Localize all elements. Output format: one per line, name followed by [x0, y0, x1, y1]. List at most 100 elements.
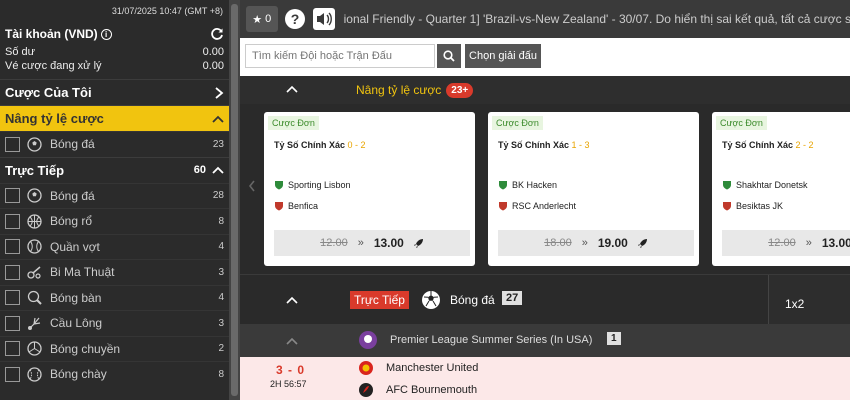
chevron-up-icon[interactable] [286, 336, 298, 346]
speaker-icon [312, 8, 335, 30]
chevron-left-icon[interactable] [248, 180, 256, 192]
checkbox[interactable] [5, 290, 20, 306]
double-chevron-icon: » [805, 237, 812, 249]
team-crest-icon [275, 202, 283, 211]
league-row[interactable]: Premier League Summer Series (In USA) 1 [240, 324, 850, 357]
checkbox[interactable] [5, 366, 20, 382]
search-input[interactable] [245, 44, 435, 68]
boost-section-label: Nâng tỷ lệ cược [5, 111, 104, 126]
double-chevron-icon: » [357, 237, 364, 249]
score-selection: 1 - 3 [571, 140, 590, 150]
away-team: Benfica [274, 201, 318, 211]
pending-value: 0.00 [202, 60, 224, 72]
sidebar-scrollbar[interactable] [229, 0, 240, 400]
sidebar-item-label: Bóng bàn [50, 290, 102, 305]
sidebar-item-count: 4 [218, 241, 224, 253]
chevron-right-icon [215, 86, 224, 99]
rocket-icon [413, 239, 423, 248]
server-datetime: 31/07/2025 10:47 (GMT +8) [111, 6, 223, 16]
market-column-header: 1x2 [768, 275, 850, 325]
balance-label: Số dư [5, 46, 35, 58]
sidebar-item-count: 4 [218, 292, 224, 304]
sidebar-item-count: 8 [218, 368, 224, 380]
home-team: Sporting Lisbon [274, 180, 351, 190]
checkbox[interactable] [5, 264, 20, 280]
checkbox[interactable] [5, 213, 20, 229]
checkbox[interactable] [5, 315, 20, 331]
billiards-icon [27, 266, 41, 279]
old-odds: 12.00 [320, 237, 348, 249]
match-row[interactable]: 3 - 0 2H 56:57 Manchester United AFC Bou… [240, 357, 850, 400]
sidebar-item[interactable]: Bóng đá 23 [0, 131, 229, 157]
market-name: Tỷ Số Chính Xác 2 - 2 [722, 140, 814, 150]
checkbox[interactable] [5, 239, 20, 255]
away-team-name: Benfica [288, 201, 319, 211]
sidebar-item-count: 3 [218, 317, 224, 329]
live-sport-name: Bóng đá [450, 293, 495, 307]
favorites-count: 0 [265, 13, 272, 25]
sidebar-item[interactable]: Bóng đá 28 [0, 182, 229, 209]
checkbox[interactable] [5, 341, 20, 357]
favorites-button[interactable]: ★ 0 [246, 6, 278, 32]
chevron-up-icon[interactable] [286, 295, 298, 305]
balance-value: 0.00 [202, 46, 224, 58]
sidebar-item[interactable]: Bóng rổ 8 [0, 208, 229, 234]
boost-card[interactable]: Cược Đơn Tỷ Số Chính Xác 1 - 3 BK Hacken RS… [488, 112, 699, 266]
boost-card[interactable]: Cược Đơn Tỷ Số Chính Xác 0 - 2 Sporting Li… [264, 112, 475, 266]
market-name: Tỷ Số Chính Xác 1 - 3 [498, 140, 590, 150]
boost-card[interactable]: Cược Đơn Tỷ Số Chính Xác 2 - 2 Shakhtar Do… [712, 112, 850, 266]
live-section-count: 60 [193, 164, 206, 176]
odds-button[interactable]: 18.00 » 19.00 [498, 230, 694, 256]
live-header[interactable]: Trực Tiếp Bóng đá 27 1x2 [240, 274, 850, 325]
checkbox[interactable] [5, 188, 20, 204]
checkbox[interactable] [5, 136, 20, 152]
live-section-label: Trực Tiếp [5, 162, 65, 178]
sound-button[interactable] [311, 6, 336, 32]
bet-type-tag: Cược Đơn [716, 116, 767, 130]
market-label-1x2: 1x2 [785, 297, 805, 311]
chevron-up-icon [212, 166, 224, 174]
soccer-ball-icon [422, 291, 440, 309]
top-bar: ★ 0 ? ional Friendly - Quarter 1] 'Brazi… [240, 0, 850, 38]
basketball-icon [27, 214, 42, 229]
boost-section[interactable]: Nâng tỷ lệ cược [0, 105, 229, 131]
refresh-icon[interactable] [210, 27, 224, 41]
sidebar-item[interactable]: Cầu Lông 3 [0, 310, 229, 336]
chevron-up-icon [212, 115, 224, 123]
sidebar-item[interactable]: Bi Ma Thuật 3 [0, 259, 229, 285]
score-selection: 0 - 2 [347, 140, 366, 150]
main-content: ★ 0 ? ional Friendly - Quarter 1] 'Brazi… [240, 0, 850, 400]
pending-row: Vé cược đang xử lý 0.00 [0, 60, 229, 74]
sidebar-item[interactable]: Quần vợt 4 [0, 233, 229, 260]
sidebar-item[interactable]: Bóng chuyền 2 [0, 335, 229, 362]
search-button[interactable] [437, 44, 461, 68]
sidebar-item-label: Bóng chuyền [50, 341, 121, 356]
away-team-name: Besiktas JK [736, 201, 784, 211]
league-name: Premier League Summer Series (In USA) [390, 334, 593, 346]
my-bets-section[interactable]: Cược Của Tôi [0, 79, 229, 105]
sidebar-item[interactable]: Bóng bàn 4 [0, 284, 229, 311]
help-icon: ? [284, 9, 305, 29]
scrollbar-thumb[interactable] [231, 4, 238, 396]
sidebar-item-label: Bóng chày [50, 367, 107, 382]
svg-text:?: ? [290, 11, 299, 27]
boost-title: Nâng tỷ lệ cược [356, 83, 442, 97]
boost-header[interactable]: Nâng tỷ lệ cược 23+ [240, 76, 850, 104]
odds-button[interactable]: 12.00 » 13.00 [274, 230, 470, 256]
tennis-ball-icon [27, 239, 42, 254]
home-team-name: BK Hacken [512, 180, 558, 190]
soccer-ball-icon [27, 188, 42, 203]
old-odds: 12.00 [768, 237, 796, 249]
table-tennis-icon [27, 291, 42, 305]
badminton-icon [28, 317, 41, 330]
double-chevron-icon: » [581, 237, 588, 249]
odds-button[interactable]: 12.00 » 13.00 [722, 230, 850, 256]
sidebar-item[interactable]: Bóng chày 8 [0, 361, 229, 387]
chevron-up-icon[interactable] [286, 84, 298, 96]
help-button[interactable]: ? [281, 6, 308, 32]
sidebar-item-label: Bóng đá [50, 188, 95, 203]
select-league-button[interactable]: Chọn giải đấu [465, 44, 541, 68]
account-header: Tài khoản (VND) i [0, 22, 229, 46]
info-icon[interactable]: i [100, 29, 112, 40]
live-section[interactable]: Trực Tiếp 60 [0, 156, 229, 183]
